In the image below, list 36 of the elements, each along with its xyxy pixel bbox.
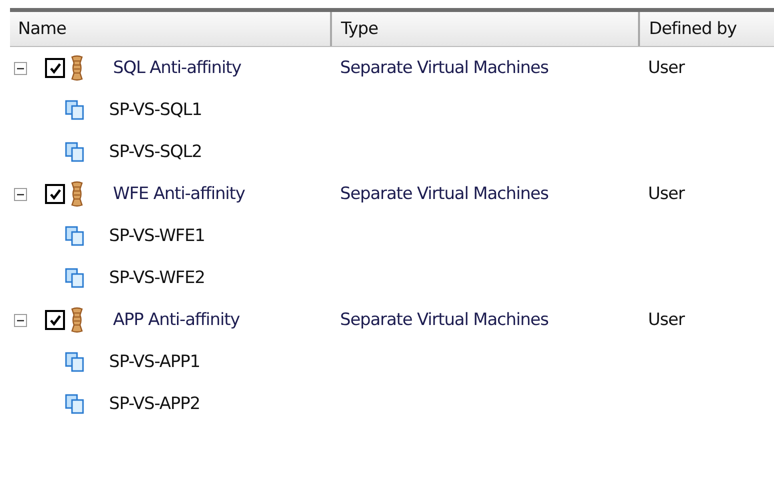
column-header[interactable]: Name xyxy=(10,12,330,46)
virtual-machines-icon xyxy=(64,225,86,247)
scroll-icon xyxy=(69,181,85,207)
scroll-icon xyxy=(69,307,85,333)
defined-by: User xyxy=(647,310,686,330)
virtual-machines-icon xyxy=(64,351,86,373)
scroll-icon xyxy=(69,55,85,81)
column-header[interactable]: Defined by xyxy=(638,12,774,46)
vm-name[interactable]: SP-VS-APP2 xyxy=(109,394,200,414)
defined-by: User xyxy=(647,58,686,78)
virtual-machines-icon xyxy=(64,141,86,163)
vm-name[interactable]: SP-VS-SQL1 xyxy=(109,100,202,120)
virtual-machines-icon xyxy=(64,99,86,121)
rule-name[interactable]: WFE Anti-affinity xyxy=(113,184,245,204)
rule-type: Separate Virtual Machines xyxy=(339,58,550,78)
collapse-toggle[interactable] xyxy=(14,188,27,200)
rule-type: Separate Virtual Machines xyxy=(339,184,550,204)
rule-type: Separate Virtual Machines xyxy=(339,310,550,330)
checkbox[interactable] xyxy=(45,310,65,330)
column-header[interactable]: Type xyxy=(330,12,638,46)
virtual-machines-icon xyxy=(64,267,86,289)
collapse-toggle[interactable] xyxy=(14,62,27,74)
vm-name[interactable]: SP-VS-WFE2 xyxy=(109,268,205,288)
vm-name[interactable]: SP-VS-WFE1 xyxy=(109,226,205,246)
checkbox[interactable] xyxy=(45,184,65,204)
checkmark-icon xyxy=(48,314,62,326)
checkmark-icon xyxy=(48,188,62,200)
checkmark-icon xyxy=(48,62,62,74)
vm-name[interactable]: SP-VS-SQL2 xyxy=(109,142,202,162)
virtual-machines-icon xyxy=(64,393,86,415)
rule-name[interactable]: APP Anti-affinity xyxy=(113,310,240,330)
collapse-toggle[interactable] xyxy=(14,314,27,326)
defined-by: User xyxy=(647,184,686,204)
vm-name[interactable]: SP-VS-APP1 xyxy=(109,352,200,372)
checkbox[interactable] xyxy=(45,58,65,78)
rule-name[interactable]: SQL Anti-affinity xyxy=(113,58,242,78)
